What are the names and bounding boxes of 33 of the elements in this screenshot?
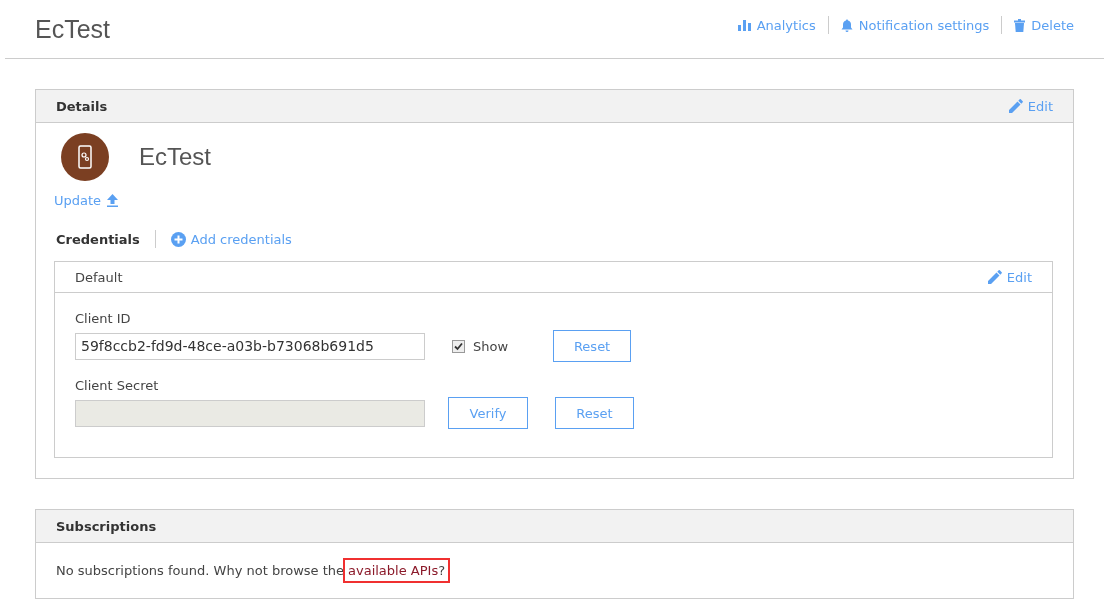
upload-icon	[107, 194, 119, 207]
question-mark: ?	[438, 563, 446, 578]
pencil-icon	[1008, 99, 1023, 113]
client-id-field[interactable]: 59f8ccb2-fd9d-48ce-a03b-b73068b691d5	[75, 332, 425, 360]
bar-chart-icon	[737, 19, 751, 31]
checkbox-label: Show	[473, 338, 509, 354]
panel-title: Details	[56, 98, 108, 114]
reset-button[interactable]: Reset	[555, 397, 634, 429]
app-name: EcTest	[139, 143, 212, 171]
client-secret-field[interactable]	[75, 399, 425, 427]
phone-gear-icon	[61, 133, 109, 181]
edit-link[interactable]: Edit	[987, 269, 1032, 285]
bell-icon	[840, 18, 853, 32]
add-credentials-link[interactable]: Add credentials	[170, 231, 292, 247]
credentials-heading: Credentials	[56, 231, 140, 247]
update-link[interactable]: Update	[54, 193, 119, 208]
empty-message: No subscriptions found. Why not browse the	[56, 563, 344, 578]
show-checkbox[interactable]	[452, 339, 465, 353]
header-action-link[interactable]: Notification settings	[840, 17, 990, 33]
edit-link[interactable]: Edit	[1008, 98, 1053, 114]
available-apis-link[interactable]: available APIs?	[348, 563, 446, 578]
field-label: Client Secret	[75, 378, 160, 393]
credential-set-title: Default	[75, 269, 123, 285]
reset-button[interactable]: Reset	[553, 330, 632, 362]
pencil-icon	[987, 270, 1002, 284]
trash-icon	[1014, 18, 1026, 32]
verify-button[interactable]: Verify	[448, 397, 528, 429]
header-action-link[interactable]: Analytics	[737, 17, 816, 33]
page-title: EcTest	[35, 14, 111, 44]
plus-circle-icon	[170, 231, 186, 247]
header-action-link[interactable]: Delete	[1014, 17, 1074, 33]
panel-title: Subscriptions	[56, 518, 157, 534]
field-label: Client ID	[75, 311, 132, 326]
